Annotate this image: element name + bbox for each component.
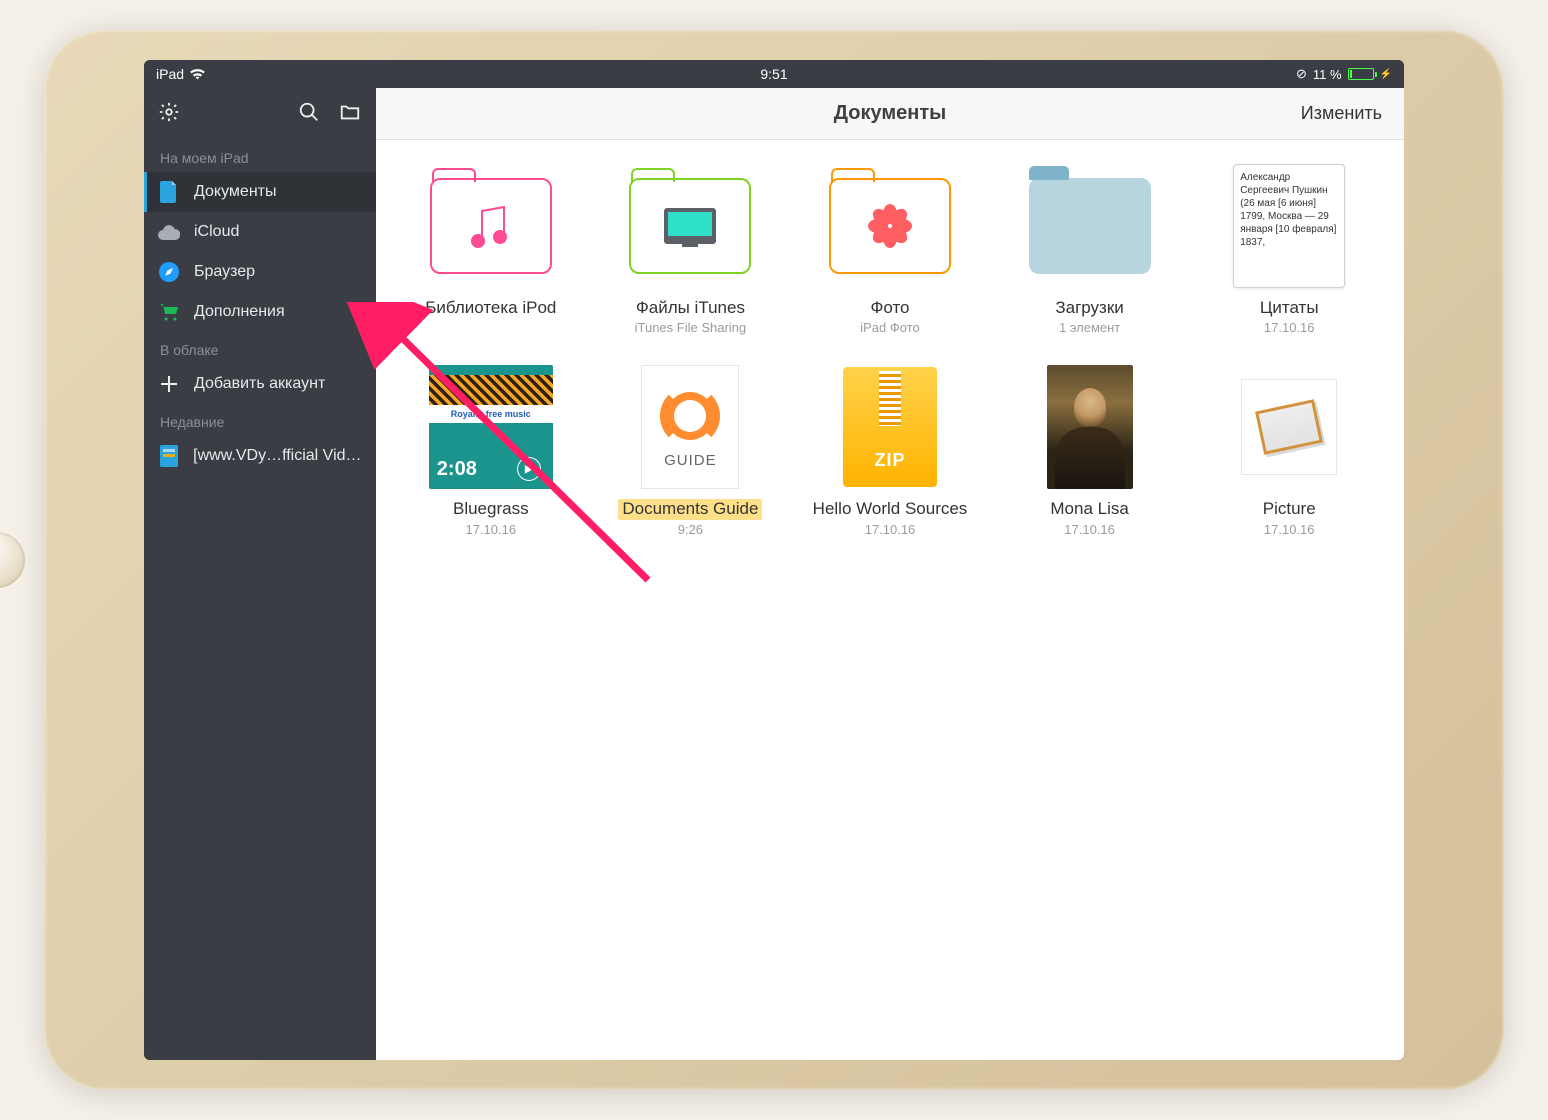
wifi-icon [190, 69, 205, 80]
tile-date: 17.10.16 [465, 522, 516, 539]
tile-title: Documents Guide [618, 499, 762, 519]
ipad-frame: iPad 9:51 ⊘ 11 % ⚡ На моем iPadДокументы… [44, 30, 1504, 1090]
tile-title: Bluegrass [453, 499, 529, 519]
file-grid: Библиотека iPod Файлы iTunes iTunes File S… [376, 140, 1404, 1060]
tile-date: 17.10.16 [1264, 522, 1315, 539]
tile-thumb [1028, 365, 1152, 489]
battery-icon [1348, 68, 1374, 80]
sidebar-item[interactable]: Браузер [144, 252, 376, 292]
file-tile[interactable]: Загрузки 1 элемент [995, 164, 1185, 337]
page-title: Документы [834, 102, 946, 125]
tile-thumb: Александр Сергеевич Пушкин (26 мая [6 ию… [1227, 164, 1351, 288]
folder-icon[interactable] [338, 101, 362, 128]
sidebar-item-label: Дополнения [194, 303, 285, 321]
sidebar-item[interactable]: [www.VDy…fficial Video) [144, 436, 376, 476]
statusbar: iPad 9:51 ⊘ 11 % ⚡ [144, 60, 1404, 88]
sidebar-item[interactable]: Документы [144, 172, 376, 212]
sidebar-item[interactable]: Добавить аккаунт [144, 364, 376, 404]
file-tile[interactable]: ZIP Hello World Sources 17.10.16 [795, 365, 985, 538]
sidebar-section-head: В облаке [144, 332, 376, 364]
navbar: Документы Изменить [376, 88, 1404, 140]
orientation-lock-icon: ⊘ [1296, 66, 1307, 82]
search-icon[interactable] [298, 101, 320, 128]
sidebar-section-head: Недавние [144, 404, 376, 436]
tile-title: Библиотека iPod [425, 298, 556, 318]
tile-thumb: GUIDE [628, 365, 752, 489]
home-button[interactable] [0, 532, 25, 588]
file-tile[interactable]: Mona Lisa 17.10.16 [995, 365, 1185, 538]
tile-thumb: ZIP [828, 365, 952, 489]
tile-thumb [828, 164, 952, 288]
file-tile[interactable]: Фото iPad Фото [795, 164, 985, 337]
sidebar-item[interactable]: Дополнения [144, 292, 376, 332]
tile-title: Mona Lisa [1050, 499, 1128, 519]
sidebar-item-label: iCloud [194, 223, 239, 241]
tile-thumb [1028, 164, 1152, 288]
file-tile[interactable]: GUIDE Documents Guide 9:26 [596, 365, 786, 538]
tile-date: 17.10.16 [1264, 320, 1315, 337]
edit-button[interactable]: Изменить [1301, 103, 1382, 124]
file-tile[interactable]: Picture 17.10.16 [1194, 365, 1384, 538]
tile-thumb: Royalty free music2:08▶ [429, 365, 553, 489]
sidebar-item-label: [www.VDy…fficial Video) [193, 447, 362, 465]
tile-title: Загрузки [1055, 298, 1123, 318]
tile-thumb [628, 164, 752, 288]
sidebar-item-label: Документы [194, 183, 276, 201]
cloud-icon [158, 224, 180, 240]
tile-subtitle: iTunes File Sharing [635, 320, 747, 337]
main-content: Документы Изменить Библиотека iPod Файлы … [376, 88, 1404, 1060]
sidebar-item-label: Добавить аккаунт [194, 375, 325, 393]
file-tile[interactable]: Библиотека iPod [396, 164, 586, 337]
cart-icon [158, 303, 180, 321]
tile-date: 17.10.16 [1064, 522, 1115, 539]
gear-icon[interactable] [158, 101, 180, 128]
tile-title: Фото [870, 298, 909, 318]
file-icon [158, 445, 179, 467]
plus-icon [158, 375, 180, 393]
tile-thumb [1227, 365, 1351, 489]
charging-icon: ⚡ [1380, 69, 1392, 80]
file-tile[interactable]: Royalty free music2:08▶ Bluegrass 17.10.16 [396, 365, 586, 538]
tile-subtitle: iPad Фото [860, 320, 920, 337]
tile-thumb [429, 164, 553, 288]
status-time: 9:51 [760, 66, 787, 82]
tile-date: 17.10.16 [865, 522, 916, 539]
compass-icon [158, 262, 180, 282]
tile-title: Picture [1263, 499, 1316, 519]
sidebar-item[interactable]: iCloud [144, 212, 376, 252]
tile-date: 9:26 [678, 522, 703, 539]
sidebar: На моем iPad Документы iCloud Браузер Дополн… [144, 88, 376, 1060]
tile-subtitle: 1 элемент [1059, 320, 1120, 337]
file-tile[interactable]: Александр Сергеевич Пушкин (26 мая [6 ию… [1194, 164, 1384, 337]
file-tile[interactable]: Файлы iTunes iTunes File Sharing [596, 164, 786, 337]
doc-icon [158, 181, 180, 203]
device-label: iPad [156, 66, 184, 82]
sidebar-section-head: На моем iPad [144, 140, 376, 172]
tile-title: Цитаты [1260, 298, 1319, 318]
battery-percent: 11 % [1313, 67, 1342, 82]
tile-title: Файлы iTunes [636, 298, 745, 318]
sidebar-item-label: Браузер [194, 263, 255, 281]
tile-title: Hello World Sources [813, 499, 968, 519]
